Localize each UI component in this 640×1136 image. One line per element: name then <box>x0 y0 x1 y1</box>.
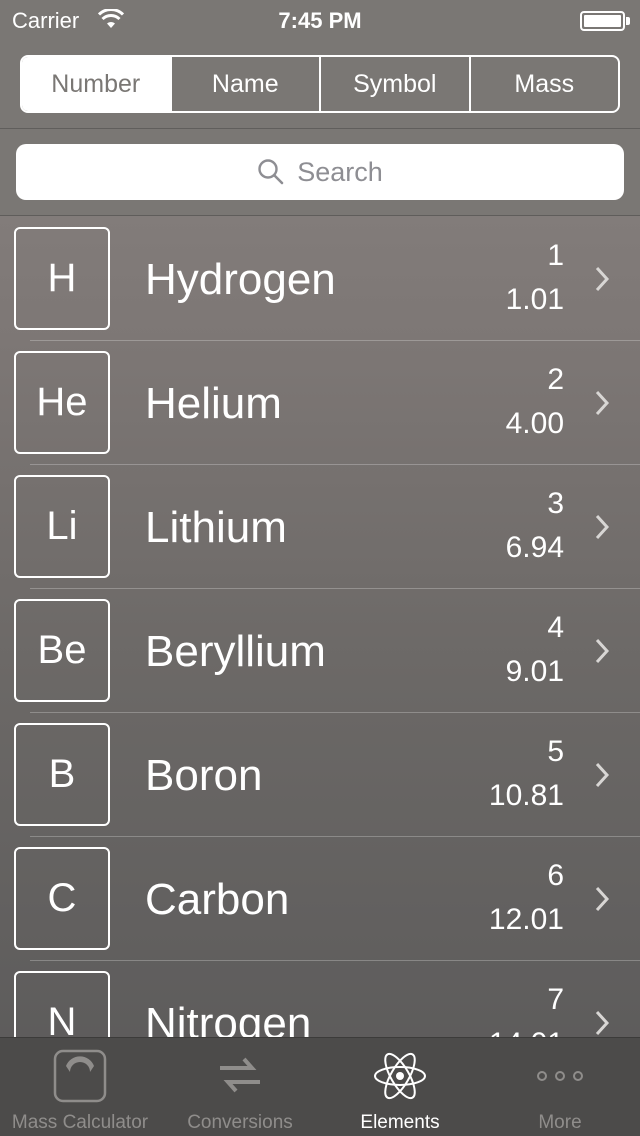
tab-elements[interactable]: Elements <box>320 1038 480 1136</box>
sort-by-symbol-segment[interactable]: Symbol <box>319 57 469 111</box>
atomic-mass: 9.01 <box>505 655 564 688</box>
atomic-number: 1 <box>547 239 564 272</box>
element-row-helium[interactable]: He Helium 2 4.00 <box>0 341 640 465</box>
atomic-number: 5 <box>547 735 564 768</box>
element-symbol-tile: N <box>14 971 110 1037</box>
tab-label: More <box>538 1112 582 1133</box>
element-symbol-tile: C <box>14 847 110 950</box>
search-placeholder: Search <box>297 156 383 187</box>
tab-label: Mass Calculator <box>11 1112 149 1133</box>
atomic-mass: 10.81 <box>488 779 564 812</box>
element-name: Carbon <box>145 875 290 924</box>
atomic-mass: 6.94 <box>505 531 564 564</box>
sort-by-name-segment[interactable]: Name <box>169 57 320 111</box>
chevron-right-icon <box>595 266 610 292</box>
more-dots-icon <box>537 1071 583 1081</box>
element-row-nitrogen[interactable]: N Nitrogen 7 14.01 <box>0 961 640 1037</box>
chevron-right-icon <box>595 886 610 912</box>
element-symbol-tile: Li <box>14 475 110 578</box>
sort-by-number-segment[interactable]: Number <box>22 57 170 111</box>
sort-by-mass-segment[interactable]: Mass <box>468 57 619 111</box>
atomic-number: 3 <box>547 487 564 520</box>
element-name: Boron <box>145 751 263 800</box>
atomic-number: 4 <box>547 611 564 644</box>
clock: 7:45 PM <box>278 8 362 33</box>
search-field[interactable]: Search <box>16 144 624 200</box>
atomic-number: 7 <box>547 983 564 1016</box>
chevron-right-icon <box>595 638 610 664</box>
search-icon <box>258 159 284 185</box>
sort-segmented-control: Number Name Symbol Mass <box>20 55 620 113</box>
tab-conversions[interactable]: Conversions <box>160 1038 320 1136</box>
element-symbol-tile: H <box>14 227 110 330</box>
atomic-mass: 12.01 <box>488 903 564 936</box>
chevron-right-icon <box>595 514 610 540</box>
element-name: Helium <box>145 379 282 428</box>
tab-mass-calculator[interactable]: Mass Calculator <box>0 1038 160 1136</box>
element-row-lithium[interactable]: Li Lithium 3 6.94 <box>0 465 640 589</box>
tab-label: Conversions <box>187 1112 293 1133</box>
atomic-mass: 14.01 <box>489 1027 564 1037</box>
scale-icon <box>53 1049 107 1103</box>
swap-arrows-icon <box>220 1057 260 1093</box>
element-name: Hydrogen <box>145 255 336 304</box>
tab-bar: Mass Calculator Conversions Elements Mor… <box>0 1037 640 1136</box>
element-list: H Hydrogen 1 1.01 He Helium 2 4.00 Li Li… <box>0 217 640 1037</box>
element-row-beryllium[interactable]: Be Beryllium 4 9.01 <box>0 589 640 713</box>
tab-more[interactable]: More <box>480 1038 640 1136</box>
battery-icon <box>580 11 630 31</box>
chevron-right-icon <box>595 1010 610 1036</box>
header-divider <box>0 128 640 129</box>
element-symbol-tile: Be <box>14 599 110 702</box>
element-name: Beryllium <box>145 627 326 676</box>
status-bar: Carrier 7:45 PM <box>0 0 640 40</box>
atomic-mass: 4.00 <box>505 407 564 440</box>
atomic-number: 6 <box>547 859 564 892</box>
element-name: Nitrogen <box>145 999 312 1037</box>
element-row-boron[interactable]: B Boron 5 10.81 <box>0 713 640 837</box>
atomic-mass: 1.01 <box>505 283 564 316</box>
tab-label: Elements <box>360 1112 440 1133</box>
element-name: Lithium <box>145 503 287 552</box>
chevron-right-icon <box>595 390 610 416</box>
element-row-hydrogen[interactable]: H Hydrogen 1 1.01 <box>0 217 640 341</box>
element-row-carbon[interactable]: C Carbon 6 12.01 <box>0 837 640 961</box>
atom-icon <box>374 1052 426 1100</box>
chevron-right-icon <box>595 762 610 788</box>
atomic-number: 2 <box>547 363 564 396</box>
element-symbol-tile: He <box>14 351 110 454</box>
element-symbol-tile: B <box>14 723 110 826</box>
